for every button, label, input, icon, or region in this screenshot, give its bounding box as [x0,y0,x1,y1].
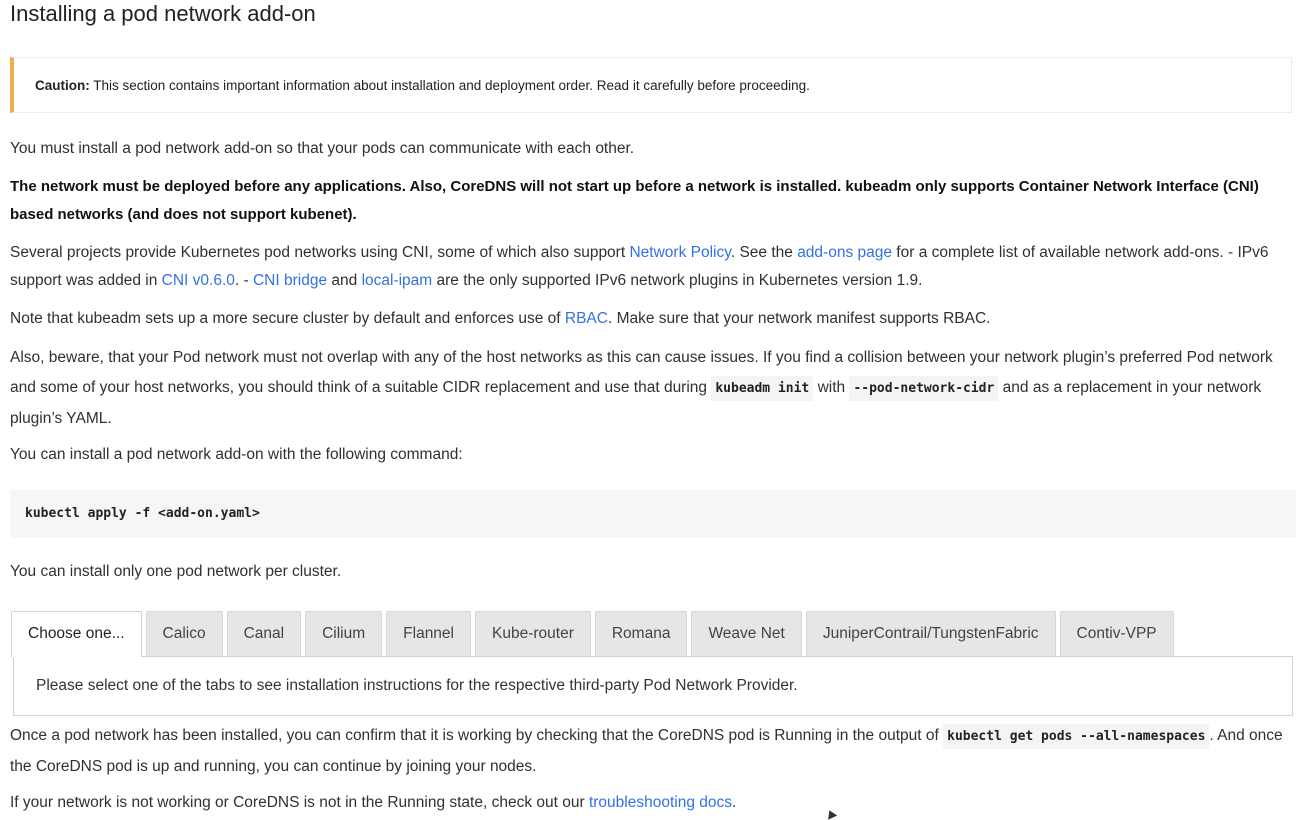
one-network-paragraph: You can install only one pod network per… [10,563,342,580]
text: with [813,379,850,396]
tab-juniper-contrail[interactable]: JuniperContrail/TungstenFabric [805,611,1056,656]
cni-version-link[interactable]: CNI v0.6.0 [162,272,235,289]
caution-text: This section contains important informat… [89,78,810,93]
tab-flannel[interactable]: Flannel [386,611,471,656]
tab-choose-one[interactable]: Choose one... [11,611,142,657]
text: If your network is not working or CoreDN… [10,794,589,811]
troubleshooting-paragraph: If your network is not working or CoreDN… [10,789,1296,817]
install-paragraph: You can install a pod network add-on wit… [10,446,463,463]
text: Several projects provide Kubernetes pod … [10,244,630,261]
cni-bridge-link[interactable]: CNI bridge [253,272,327,289]
tab-panel: Please select one of the tabs to see ins… [13,656,1293,716]
caution-label: Caution: [35,78,90,93]
tab-canal[interactable]: Canal [226,611,302,656]
page-title: Installing a pod network add-on [10,1,316,26]
tab-romana[interactable]: Romana [594,611,688,656]
text: . Make sure that your network manifest s… [607,310,991,327]
text: and [327,272,362,289]
projects-paragraph: Several projects provide Kubernetes pod … [10,239,1296,295]
text: . - [234,272,253,289]
text: . [732,794,737,811]
text: are the only supported IPv6 network plug… [432,272,923,289]
warning-paragraph: The network must be deployed before any … [10,178,1259,223]
caution-callout: Caution: This section contains important… [10,57,1292,113]
addons-page-link[interactable]: add-ons page [797,244,892,261]
network-policy-link[interactable]: Network Policy [629,244,730,261]
confirm-paragraph: Once a pod network has been installed, y… [10,721,1296,782]
inline-code: kubeadm init [711,376,814,401]
text: . See the [730,244,798,261]
intro-paragraph: You must install a pod network add-on so… [10,140,635,157]
tab-contiv-vpp[interactable]: Contiv-VPP [1059,611,1174,656]
text: Once a pod network has been installed, y… [10,727,944,744]
tab-calico[interactable]: Calico [145,611,223,656]
network-provider-tabs: Choose one... Calico Canal Cilium Flannel Kub… [11,611,1178,657]
rbac-paragraph: Note that kubeadm sets up a more secure … [10,305,1296,333]
tab-weave-net[interactable]: Weave Net [691,611,802,656]
text: Note that kubeadm sets up a more secure … [10,310,565,327]
rbac-link[interactable]: RBAC [565,310,608,327]
troubleshooting-link[interactable]: troubleshooting docs [589,794,732,811]
inline-code: --pod-network-cidr [849,376,999,401]
overlap-paragraph: Also, beware, that your Pod network must… [10,343,1296,434]
tab-cilium[interactable]: Cilium [305,611,383,656]
inline-code: kubectl get pods --all-namespaces [943,724,1210,749]
local-ipam-link[interactable]: local-ipam [362,272,433,289]
command-code-block: kubectl apply -f <add-on.yaml> [10,490,1296,538]
tab-kube-router[interactable]: Kube-router [475,611,591,656]
